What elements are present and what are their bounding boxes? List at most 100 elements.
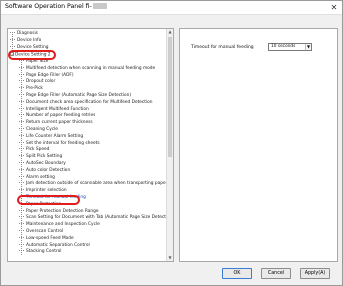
tree-node-label: Cleaning Cycle [26, 127, 58, 132]
tree-node-label: Automatic Separation Control [26, 242, 90, 248]
tree-node-child[interactable]: Multifeed detection when scanning in man… [19, 66, 155, 72]
tree-node-child[interactable]: Alarm setting [19, 175, 55, 181]
collapse-icon[interactable]: − [10, 52, 14, 56]
tree-node-label: Overscan Control [26, 229, 64, 234]
tree-connector [19, 148, 24, 150]
software-operation-panel-window: Software Operation Panel fi- ✕ Diagnosis… [0, 0, 343, 286]
tree-connector [19, 134, 24, 136]
tree-connector [19, 216, 24, 218]
tree-connector [19, 121, 24, 123]
timeout-select[interactable]: 10 seconds ▼ [268, 43, 312, 51]
settings-tree[interactable]: Diagnosis Device Info Device Setting −De… [7, 28, 174, 262]
tree-node-label: Scan Setting for Document with Tab (Auto… [26, 215, 174, 221]
tree-node-label: Device Setting [17, 45, 49, 50]
tree-node-label: Pre-Pick [26, 86, 43, 92]
tree-node-label: Dropout color [26, 79, 56, 85]
tree-node-label: Page Edge Filler (ADF) [26, 72, 74, 78]
tree-node-label: Pick Speed [26, 147, 50, 153]
tree-node-child[interactable]: Number of paper feeding retries [19, 113, 95, 119]
tree-node-child[interactable]: Document check area specification for Mu… [19, 100, 153, 106]
tree-connector [19, 189, 24, 191]
tree-node-child[interactable]: AutoSec Boundary [19, 161, 66, 167]
tree-node-child[interactable]: Page Edge Filler (Automatic Page Size De… [19, 93, 131, 99]
tree-node-child[interactable]: Life Counter Alarm Setting [19, 134, 83, 140]
tree-node-label: Return current paper thickness [26, 120, 93, 126]
tree-node-label: Document check area specification for Mu… [26, 99, 153, 105]
title-bar: Software Operation Panel fi- ✕ [1, 1, 342, 15]
tree-node-label: Device Info [17, 38, 42, 43]
tree-connector [19, 162, 24, 163]
tree-node-child[interactable]: Stacking Control [19, 249, 61, 255]
tree-connector [19, 107, 24, 109]
tree-connector [19, 60, 24, 61]
tree-node-diagnosis[interactable]: Diagnosis [10, 31, 38, 37]
timeout-setting-label: Timeout for manual feeding [191, 45, 254, 50]
tree-node-child[interactable]: Automatic Separation Control [19, 243, 90, 249]
tree-node-label: Multifeed detection when scanning in man… [26, 65, 156, 71]
tree-node-child[interactable]: Timeout for manual feeding [19, 195, 86, 201]
cancel-button[interactable]: Cancel [261, 268, 291, 279]
close-icon[interactable]: ✕ [329, 3, 339, 13]
tree-node-child[interactable]: Return current paper thickness [19, 120, 93, 126]
tree-node-child[interactable]: Pre-Pick [19, 86, 43, 92]
tree-node-label: Diagnosis [17, 31, 38, 36]
tree-connector [10, 46, 15, 47]
window-title: Software Operation Panel fi- [5, 3, 107, 10]
tree-node-child[interactable]: Paper Protection Detection Range [19, 209, 99, 215]
tree-node-device-setting[interactable]: Device Setting [10, 45, 48, 51]
tree-node-label: Paper Size [26, 59, 49, 64]
tree-node-child[interactable]: Maintenance and Inspection Cycle [19, 222, 100, 228]
tree-node-child[interactable]: Intelligent Multifeed Function [19, 107, 89, 113]
tree-node-child[interactable]: Paper Protection [19, 202, 61, 208]
tree-node-label: Timeout for manual feeding [26, 195, 86, 200]
tree-node-child[interactable]: Dropout color [19, 79, 55, 85]
tree-node-label: Low-speed Feed Mode [26, 235, 74, 241]
tree-node-label: Auto color Detection [26, 167, 71, 173]
tree-connector [19, 155, 24, 157]
settings-panel: Timeout for manual feeding 10 seconds ▼ [179, 28, 338, 262]
tree-node-label: Device Setting 2 [15, 52, 51, 58]
chevron-down-icon[interactable]: ▼ [305, 44, 311, 50]
tree-node-child[interactable]: Set the interval for feeding sheets [19, 141, 100, 147]
tree-node-label: Number of paper feeding retries [26, 113, 96, 119]
tree-connector [19, 196, 24, 197]
tree-node-child[interactable]: Auto color Detection [19, 168, 70, 174]
timeout-select-value: 10 seconds [271, 44, 296, 49]
tree-connector [19, 168, 24, 170]
tree-node-device-setting-2[interactable]: −Device Setting 2 [10, 52, 51, 59]
apply-button[interactable]: Apply(A) [300, 268, 330, 279]
tree-node-child[interactable]: Cleaning Cycle [19, 127, 58, 133]
tree-node-child[interactable]: Split Pick Setting [19, 154, 62, 160]
window-title-text: Software Operation Panel fi- [5, 3, 92, 10]
tree-connector [10, 39, 15, 40]
tree-connector [19, 182, 24, 184]
tree-node-child[interactable]: Scan Setting for Document with Tab (Auto… [19, 215, 174, 221]
tree-connector [19, 230, 24, 231]
tree-node-child[interactable]: Jam detection outside of scannable area … [19, 181, 167, 187]
tree-node-label: Page Edge Filler (Automatic Page Size De… [26, 93, 132, 98]
tree-node-label: Alarm setting [26, 174, 55, 180]
tree-connector [10, 32, 15, 33]
tree-node-child[interactable]: Paper Size [19, 59, 48, 65]
tree-connector [19, 250, 24, 252]
tree-node-label: Paper Protection [26, 201, 62, 207]
scrollbar-thumb[interactable] [168, 37, 172, 157]
tree-node-label: Split Pick Setting [26, 154, 63, 160]
tree-node-child[interactable]: Imprinter selection [19, 188, 67, 194]
tree-node-label: Paper Protection Detection Range [26, 208, 99, 214]
tree-node-label: Intelligent Multifeed Function [26, 106, 89, 112]
tree-connector [19, 141, 24, 143]
tree-node-label: Life Counter Alarm Setting [26, 133, 84, 139]
ok-button[interactable]: OK [222, 268, 252, 279]
tree-node-label: Stacking Control [26, 249, 62, 255]
tree-node-device-info[interactable]: Device Info [10, 38, 41, 44]
scroll-down-icon[interactable]: ▼ [167, 255, 173, 261]
tree-connector [19, 223, 24, 225]
tree-node-child[interactable]: Pick Speed [19, 147, 49, 153]
tree-node-child[interactable]: Low-speed Feed Mode [19, 236, 74, 242]
tree-scrollbar[interactable]: ▲ ▼ [166, 29, 173, 261]
tree-node-child[interactable]: Page Edge Filler (ADF) [19, 73, 74, 79]
tree-connector [19, 87, 24, 89]
tree-node-child[interactable]: Overscan Control [19, 229, 63, 235]
scroll-up-icon[interactable]: ▲ [167, 29, 173, 35]
